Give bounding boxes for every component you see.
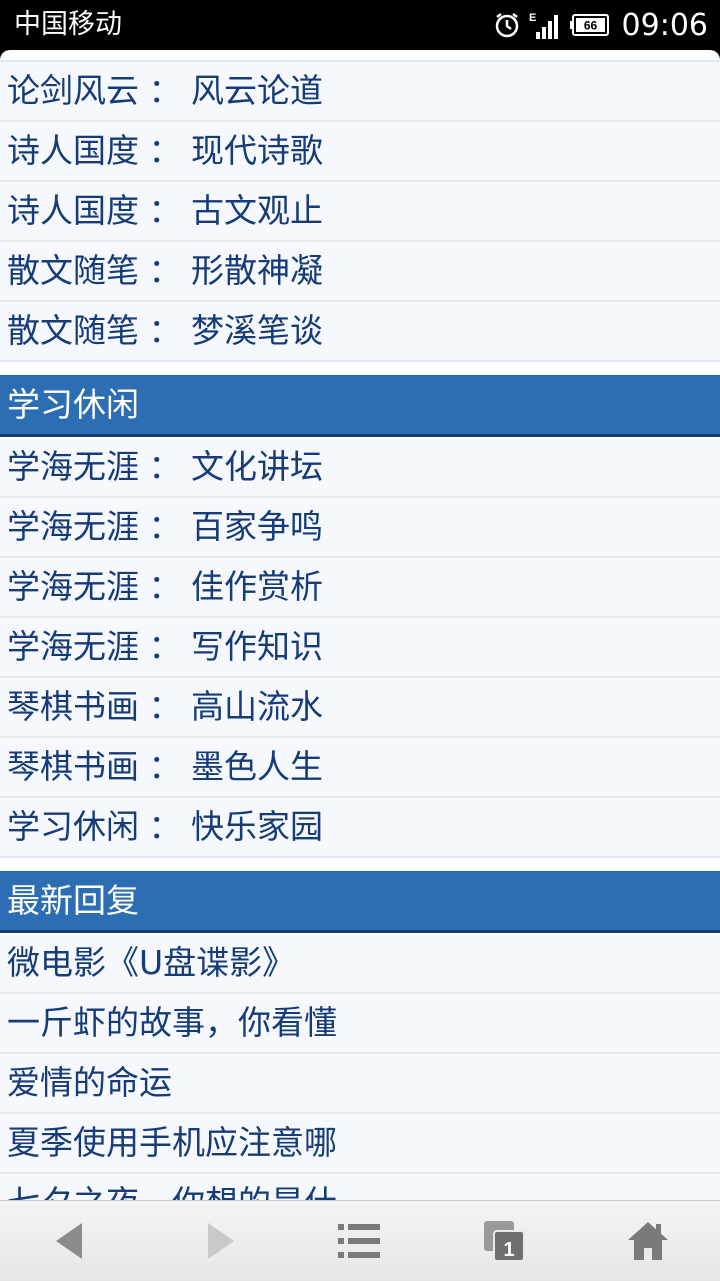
forum-name[interactable]: 百家争鸣 — [191, 498, 323, 556]
category-label: 诗人国度 — [7, 191, 139, 230]
category-label: 琴棋书画 — [7, 687, 139, 726]
category-label: 散文随笔 — [7, 311, 139, 350]
forward-arrow-icon — [208, 1223, 234, 1259]
alarm-icon — [495, 13, 518, 38]
forum-link-row[interactable]: 学海无涯：写作知识 — [0, 618, 720, 678]
carrier-name: 中国移动 — [14, 9, 122, 40]
status-bar: 中国移动 E 66 09:06 — [0, 0, 720, 50]
status-icons: E 66 09:06 — [494, 6, 708, 44]
reply-link-row[interactable]: 夏季使用手机应注意哪 — [0, 1114, 720, 1174]
category-label: 学海无涯 — [7, 447, 139, 486]
category-label: 散文随笔 — [7, 251, 139, 290]
forum-link-row[interactable]: 诗人国度：现代诗歌 — [0, 122, 720, 182]
forum-name[interactable]: 文化讲坛 — [191, 438, 323, 496]
section-header-latest-replies: 最新回复 — [0, 871, 720, 933]
web-page: 论剑风云：风云论道 诗人国度：现代诗歌 诗人国度：古文观止 散文随笔：形散神凝 … — [0, 50, 720, 1200]
clock: 09:06 — [621, 7, 708, 43]
home-button[interactable] — [593, 1201, 703, 1281]
forum-name[interactable]: 高山流水 — [191, 678, 323, 736]
forum-link-row[interactable]: 琴棋书画：墨色人生 — [0, 738, 720, 798]
separator: ： — [148, 807, 182, 846]
forum-link-row[interactable]: 学海无涯：佳作赏析 — [0, 558, 720, 618]
menu-list-icon — [338, 1224, 380, 1258]
category-label: 学海无涯 — [7, 627, 139, 666]
forum-name[interactable]: 梦溪笔谈 — [191, 302, 323, 360]
forum-link-row[interactable]: 琴棋书画：高山流水 — [0, 678, 720, 738]
separator: ： — [148, 507, 182, 546]
back-button[interactable] — [15, 1201, 125, 1281]
separator: ： — [148, 627, 182, 666]
separator: ： — [148, 251, 182, 290]
forum-link-row[interactable]: 学海无涯：文化讲坛 — [0, 438, 720, 498]
reply-title[interactable]: 一斤虾的故事，你看懂 — [0, 994, 337, 1052]
forum-name[interactable]: 形散神凝 — [191, 242, 323, 300]
back-arrow-icon — [56, 1223, 82, 1259]
separator: ： — [148, 131, 182, 170]
reply-title[interactable]: 七夕之夜，你想的是什 — [0, 1174, 337, 1200]
section-header-study-leisure: 学习休闲 — [0, 375, 720, 437]
tabs-icon: 1 — [484, 1221, 525, 1262]
home-icon — [628, 1222, 668, 1260]
separator: ： — [148, 747, 182, 786]
forum-name[interactable]: 快乐家园 — [191, 798, 323, 856]
menu-button[interactable] — [305, 1201, 415, 1281]
separator: ： — [148, 687, 182, 726]
category-label: 学习休闲 — [7, 807, 139, 846]
reply-title[interactable]: 微电影《U盘谍影》 — [0, 934, 295, 992]
forum-name[interactable]: 古文观止 — [191, 182, 323, 240]
reply-link-row[interactable]: 微电影《U盘谍影》 — [0, 934, 720, 994]
reply-link-row[interactable]: 七夕之夜，你想的是什 — [0, 1174, 720, 1200]
network-type: E — [529, 12, 536, 24]
forum-name[interactable]: 现代诗歌 — [191, 122, 323, 180]
separator: ： — [148, 447, 182, 486]
forum-link-row[interactable]: 散文随笔：形散神凝 — [0, 242, 720, 302]
forum-link-row[interactable]: 学海无涯：百家争鸣 — [0, 498, 720, 558]
forum-name[interactable]: 佳作赏析 — [191, 558, 323, 616]
forum-name[interactable]: 风云论道 — [191, 62, 323, 120]
category-label: 学海无涯 — [7, 567, 139, 606]
category-label: 论剑风云 — [7, 71, 139, 110]
reply-title[interactable]: 爱情的命运 — [0, 1054, 172, 1112]
forum-name[interactable]: 墨色人生 — [191, 738, 323, 796]
category-label: 琴棋书画 — [7, 747, 139, 786]
battery-icon: 66 — [569, 14, 609, 36]
category-label: 诗人国度 — [7, 131, 139, 170]
browser-toolbar: 1 — [0, 1200, 720, 1281]
separator: ： — [148, 311, 182, 350]
signal-icon: E — [529, 12, 558, 39]
separator: ： — [148, 71, 182, 110]
separator: ： — [148, 191, 182, 230]
reply-link-row[interactable]: 一斤虾的故事，你看懂 — [0, 994, 720, 1054]
tabs-button[interactable]: 1 — [450, 1201, 560, 1281]
category-label: 学海无涯 — [7, 507, 139, 546]
separator: ： — [148, 567, 182, 606]
forum-link-row[interactable]: 散文随笔：梦溪笔谈 — [0, 302, 720, 362]
reply-link-row[interactable]: 爱情的命运 — [0, 1054, 720, 1114]
battery-level: 66 — [583, 19, 597, 33]
forum-name[interactable]: 写作知识 — [191, 618, 323, 676]
reply-title[interactable]: 夏季使用手机应注意哪 — [0, 1114, 337, 1172]
forward-button[interactable] — [165, 1201, 275, 1281]
forum-link-row[interactable]: 学习休闲：快乐家园 — [0, 798, 720, 858]
tabs-count: 1 — [503, 1239, 514, 1261]
forum-link-row[interactable]: 论剑风云：风云论道 — [0, 62, 720, 122]
forum-link-row[interactable]: 诗人国度：古文观止 — [0, 182, 720, 242]
